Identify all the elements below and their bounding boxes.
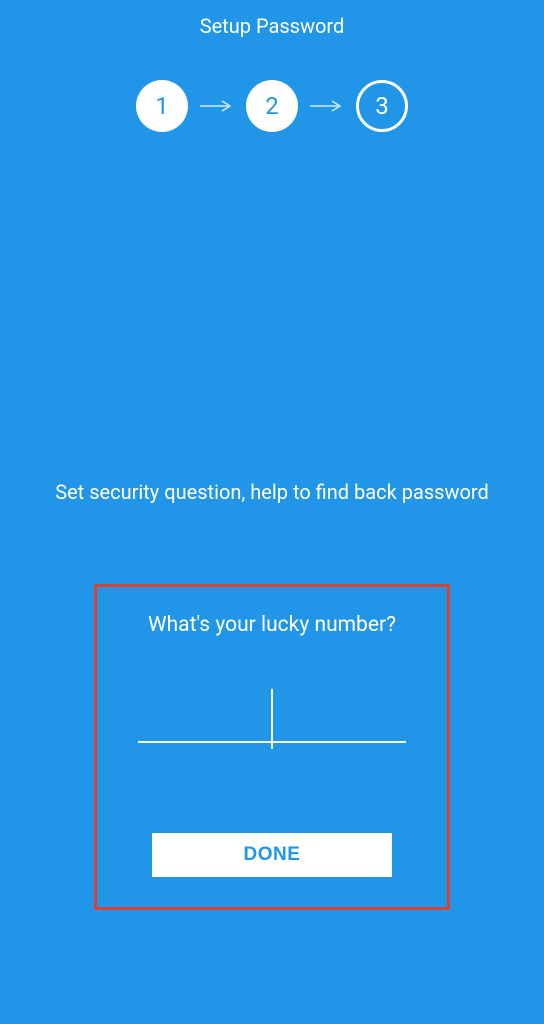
- instruction-text: Set security question, help to find back…: [0, 478, 544, 506]
- done-button[interactable]: DONE: [152, 833, 392, 877]
- step-3: 3: [356, 80, 408, 132]
- step-2: 2: [246, 80, 298, 132]
- header: Setup Password: [0, 0, 544, 38]
- security-question-panel: What's your lucky number? DONE: [94, 584, 450, 910]
- page-title: Setup Password: [0, 14, 544, 38]
- progress-stepper: 1 2 3: [0, 80, 544, 132]
- step-1: 1: [136, 80, 188, 132]
- text-cursor-icon: [271, 689, 273, 749]
- arrow-right-icon: [200, 99, 234, 113]
- arrow-right-icon: [310, 99, 344, 113]
- security-question-text: What's your lucky number?: [97, 613, 447, 637]
